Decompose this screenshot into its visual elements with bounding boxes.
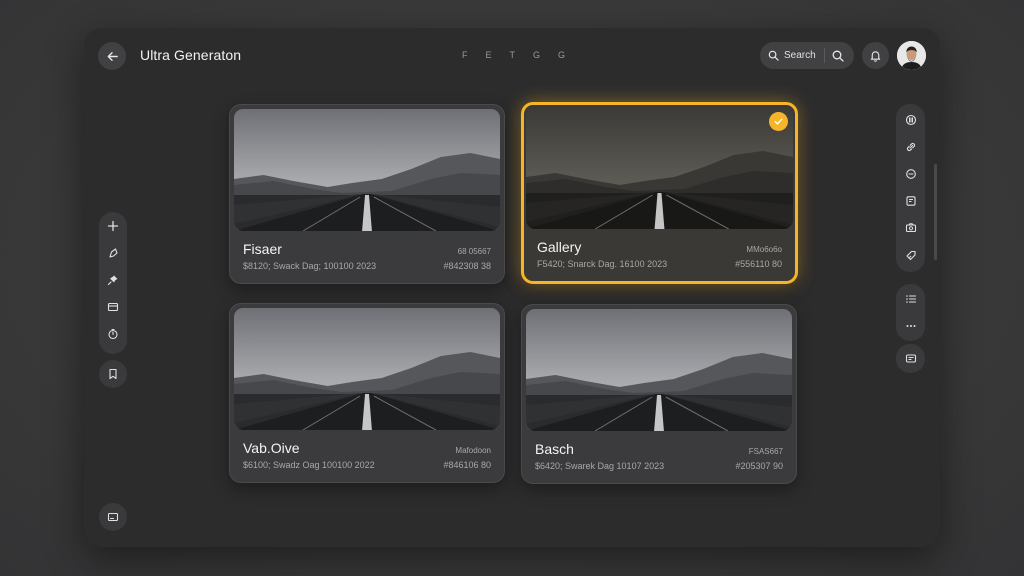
selected-check[interactable] xyxy=(769,112,788,131)
arrow-left-icon xyxy=(107,51,118,61)
card-meta: $6420; Swarek Dag 10107 2023 xyxy=(535,461,665,471)
notifications-button[interactable] xyxy=(862,42,889,69)
search-icon xyxy=(768,50,779,61)
shape-icon xyxy=(109,248,118,258)
gallery-card[interactable]: Vab.Oive $6100; Swadz Oag 100100 2022 Ma… xyxy=(229,303,505,483)
link-icon xyxy=(906,142,915,152)
pin-icon xyxy=(107,275,118,286)
timer-tool[interactable] xyxy=(106,327,120,341)
card-code: FSAS667 xyxy=(748,447,783,456)
list-tool[interactable] xyxy=(904,292,918,306)
right-toolbar xyxy=(896,104,925,272)
comment-button[interactable] xyxy=(896,344,925,373)
search-divider xyxy=(823,48,825,63)
note-icon xyxy=(905,196,916,206)
landscape-road-image xyxy=(526,107,793,229)
tag-icon xyxy=(905,250,916,261)
card-icon xyxy=(107,302,119,312)
card-id: #556110 80 xyxy=(735,259,782,269)
camera-icon xyxy=(905,223,916,233)
more-tool[interactable] xyxy=(904,319,918,333)
bookmark-icon xyxy=(109,368,117,380)
scrollbar[interactable] xyxy=(934,164,937,260)
minus-tool[interactable] xyxy=(904,167,918,181)
card-id: #842308 38 xyxy=(443,261,491,271)
camera-tool[interactable] xyxy=(904,221,918,235)
bell-icon xyxy=(870,51,881,62)
card-meta: $6100; Swadz Oag 100100 2022 xyxy=(243,460,375,470)
app-window: Ultra Generaton F E T G G Search Fisaer … xyxy=(84,28,940,547)
plus-icon xyxy=(107,220,119,232)
right-toolbar-secondary xyxy=(896,284,925,341)
image-button[interactable] xyxy=(99,503,127,531)
search-submit[interactable] xyxy=(832,50,844,62)
search-button[interactable]: Search xyxy=(760,42,854,69)
gallery-card-selected[interactable]: Gallery F5420; Snarck Dag. 16100 2023 MM… xyxy=(521,102,798,284)
pin-tool[interactable] xyxy=(106,273,120,287)
columns-icon xyxy=(905,114,916,126)
card-title: Basch xyxy=(535,441,574,457)
comment-icon xyxy=(905,353,916,363)
tag-tool[interactable] xyxy=(904,248,918,262)
minus-circle-icon xyxy=(905,169,916,179)
landscape-road-image xyxy=(234,308,500,430)
link-tool[interactable] xyxy=(904,140,918,154)
search-label: Search xyxy=(784,50,816,61)
back-button[interactable] xyxy=(98,42,126,70)
gallery-card[interactable]: Basch $6420; Swarek Dag 10107 2023 FSAS6… xyxy=(521,304,797,484)
bookmark-button[interactable] xyxy=(99,360,127,388)
card-id: #846106 80 xyxy=(443,460,491,470)
card-title: Vab.Oive xyxy=(243,440,300,456)
card-title: Fisaer xyxy=(243,241,282,257)
tab-g[interactable]: G xyxy=(533,50,541,60)
card-code: MMo6o6o xyxy=(746,245,782,254)
add-tool[interactable] xyxy=(106,219,120,233)
avatar[interactable] xyxy=(897,41,926,70)
card-tool[interactable] xyxy=(106,300,120,314)
note-tool[interactable] xyxy=(904,194,918,208)
tab-g-2[interactable]: G xyxy=(558,50,566,60)
tab-t[interactable]: T xyxy=(510,50,517,60)
card-code: Mafodoon xyxy=(455,446,491,455)
shape-tool[interactable] xyxy=(106,246,120,260)
card-thumbnail xyxy=(234,109,500,231)
tab-f[interactable]: F xyxy=(462,50,469,60)
card-thumbnail xyxy=(526,309,792,431)
check-icon xyxy=(774,118,783,125)
more-icon xyxy=(906,325,915,327)
landscape-road-image xyxy=(234,109,500,231)
timer-icon xyxy=(108,328,118,340)
search-icon xyxy=(832,50,844,62)
gallery-card[interactable]: Fisaer $8120; Swack Dag; 100100 2023 68 … xyxy=(229,104,505,284)
card-meta: F5420; Snarck Dag. 16100 2023 xyxy=(537,259,668,269)
card-meta: $8120; Swack Dag; 100100 2023 xyxy=(243,261,377,271)
page-title: Ultra Generaton xyxy=(140,47,242,63)
columns-tool[interactable] xyxy=(904,113,918,127)
center-tabs: F E T G G xyxy=(462,50,566,60)
user-avatar-image xyxy=(897,41,926,70)
landscape-road-image xyxy=(526,309,792,431)
card-thumbnail xyxy=(526,107,793,229)
card-title: Gallery xyxy=(537,239,582,255)
card-id: #205307 90 xyxy=(735,461,783,471)
image-icon xyxy=(107,512,119,522)
left-toolbar xyxy=(99,212,127,354)
card-thumbnail xyxy=(234,308,500,430)
list-icon xyxy=(905,295,916,303)
card-code: 68 05667 xyxy=(457,247,491,256)
tab-e[interactable]: E xyxy=(486,50,493,60)
